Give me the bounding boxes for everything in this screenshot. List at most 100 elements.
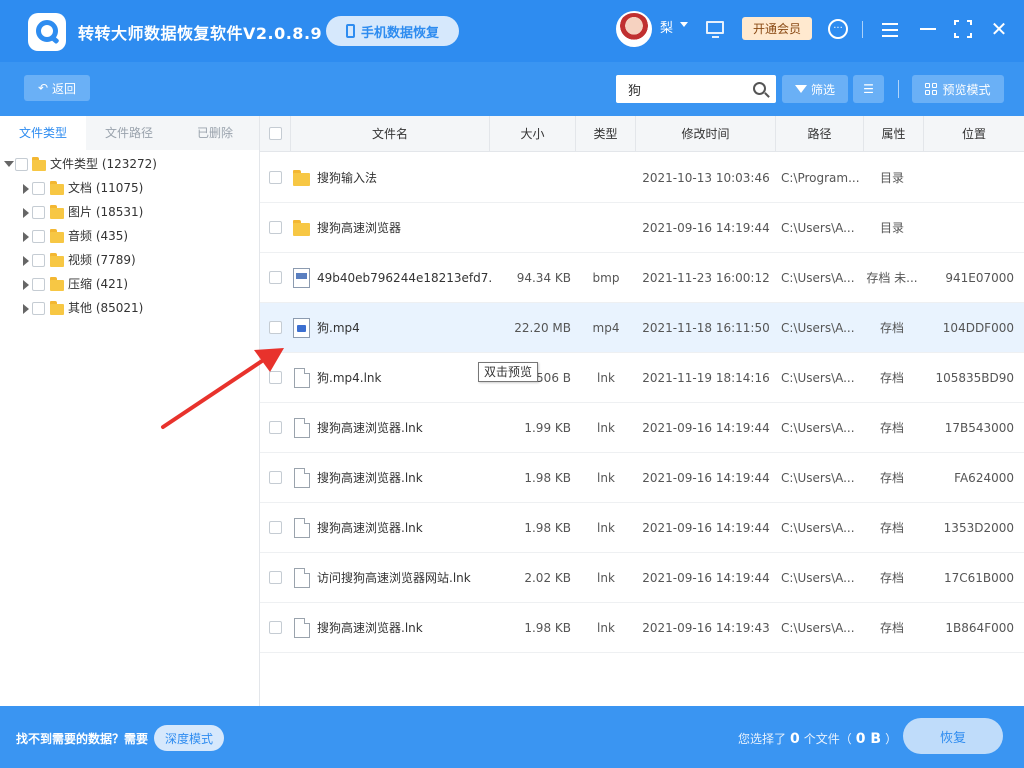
- vip-button[interactable]: 开通会员: [742, 17, 812, 40]
- recover-button[interactable]: 恢复: [903, 718, 1003, 754]
- column-header-size[interactable]: 大小: [490, 116, 576, 152]
- cell-size: 22.20 MB: [514, 321, 571, 335]
- feedback-icon[interactable]: ···: [828, 19, 848, 39]
- tree-item-images[interactable]: 图片 (18531): [0, 200, 259, 224]
- cell-attr: 存档: [879, 571, 904, 585]
- tree-checkbox[interactable]: [15, 158, 28, 171]
- cell-path: C:\Users\A...: [781, 571, 855, 585]
- table-row[interactable]: 搜狗输入法 2021-10-13 10:03:46 C:\Program... …: [260, 153, 1024, 203]
- find-button[interactable]: ☰: [853, 75, 884, 103]
- table-row[interactable]: 狗.mp4 22.20 MB mp4 2021-11-18 16:11:50 C…: [260, 303, 1024, 353]
- search-icon[interactable]: [753, 82, 766, 95]
- column-header-type[interactable]: 类型: [576, 116, 636, 152]
- tree-item-archives[interactable]: 压缩 (421): [0, 272, 259, 296]
- tree-item-other[interactable]: 其他 (85021): [0, 296, 259, 320]
- selection-mid: 个文件（: [803, 732, 852, 746]
- row-checkbox[interactable]: [269, 621, 282, 634]
- column-header-name[interactable]: 文件名: [291, 116, 490, 152]
- maximize-icon[interactable]: [953, 19, 973, 39]
- tree-checkbox[interactable]: [32, 182, 45, 195]
- file-icon: [294, 518, 310, 538]
- selection-prefix: 您选择了: [738, 732, 787, 746]
- column-header-mtime[interactable]: 修改时间: [636, 116, 776, 152]
- expand-arrow-icon[interactable]: [23, 184, 29, 194]
- preview-mode-button[interactable]: 预览模式: [912, 75, 1004, 103]
- table-row[interactable]: 搜狗高速浏览器.lnk 1.99 KB lnk 2021-09-16 14:19…: [260, 403, 1024, 453]
- cell-position: FA624000: [954, 471, 1014, 485]
- expand-arrow-icon[interactable]: [23, 304, 29, 314]
- cell-name: 搜狗高速浏览器: [317, 221, 402, 235]
- expand-arrow-icon[interactable]: [4, 161, 14, 167]
- row-checkbox[interactable]: [269, 321, 282, 334]
- table-row[interactable]: 搜狗高速浏览器 2021-09-16 14:19:44 C:\Users\A..…: [260, 203, 1024, 253]
- phone-icon: [345, 24, 355, 38]
- column-header-path[interactable]: 路径: [776, 116, 864, 152]
- cell-position: 17B543000: [944, 421, 1014, 435]
- row-checkbox[interactable]: [269, 471, 282, 484]
- close-icon[interactable]: ✕: [989, 19, 1009, 39]
- table-row[interactable]: 搜狗高速浏览器.lnk 1.98 KB lnk 2021-09-16 14:19…: [260, 503, 1024, 553]
- filter-button[interactable]: 筛选: [782, 75, 848, 103]
- cell-mtime: 2021-09-16 14:19:44: [642, 521, 770, 535]
- table-row[interactable]: 49b40eb796244e18213efd7... 94.34 KB bmp …: [260, 253, 1024, 303]
- table-row[interactable]: 搜狗高速浏览器.lnk 1.98 KB lnk 2021-09-16 14:19…: [260, 453, 1024, 503]
- expand-arrow-icon[interactable]: [23, 280, 29, 290]
- expand-arrow-icon[interactable]: [23, 232, 29, 242]
- tree-checkbox[interactable]: [32, 254, 45, 267]
- tree-item-audio[interactable]: 音频 (435): [0, 224, 259, 248]
- cell-attr: 存档: [879, 371, 904, 385]
- tree-checkbox[interactable]: [32, 278, 45, 291]
- sidebar-tabs: 文件类型 文件路径 已删除: [0, 116, 259, 150]
- username[interactable]: 梨: [660, 17, 673, 36]
- row-checkbox[interactable]: [269, 271, 282, 284]
- tree-checkbox[interactable]: [32, 206, 45, 219]
- search-box[interactable]: [616, 75, 776, 103]
- monitor-icon[interactable]: [706, 21, 724, 38]
- footer-bar: 找不到需要的数据？需要 深度模式 您选择了 0 个文件（ 0 B） 恢复: [0, 706, 1024, 768]
- cell-path: C:\Users\A...: [781, 271, 855, 285]
- row-checkbox[interactable]: [269, 571, 282, 584]
- folder-icon: [50, 301, 64, 315]
- folder-icon: [50, 181, 64, 195]
- tree-checkbox[interactable]: [32, 302, 45, 315]
- cell-mtime: 2021-09-16 14:19:44: [642, 471, 770, 485]
- expand-arrow-icon[interactable]: [23, 256, 29, 266]
- deep-mode-button[interactable]: 深度模式: [154, 725, 224, 751]
- chevron-down-icon[interactable]: [680, 22, 688, 27]
- tab-file-type[interactable]: 文件类型: [0, 116, 86, 150]
- tree-item-label: 视频 (7789): [68, 253, 136, 267]
- column-header-position[interactable]: 位置: [924, 116, 1024, 152]
- cell-size: 1.98 KB: [524, 521, 571, 535]
- tab-deleted[interactable]: 已删除: [172, 116, 258, 150]
- folder-icon: [293, 170, 310, 187]
- phone-recovery-label: 手机数据恢复: [360, 25, 439, 41]
- divider: [898, 80, 899, 98]
- cell-type: [576, 153, 636, 203]
- search-input[interactable]: [616, 75, 746, 103]
- tab-file-path[interactable]: 文件路径: [86, 116, 172, 150]
- header-checkbox-cell: [260, 116, 291, 152]
- row-checkbox[interactable]: [269, 521, 282, 534]
- tree-item-root[interactable]: 文件类型 (123272): [0, 152, 259, 176]
- back-button[interactable]: ↶ 返回: [24, 75, 90, 101]
- title-bar: 转转大师数据恢复软件V2.0.8.9 手机数据恢复 梨 开通会员 ··· ✕: [0, 0, 1024, 62]
- file-icon: [294, 418, 310, 438]
- file-icon: [294, 568, 310, 588]
- minimize-icon[interactable]: [918, 19, 938, 39]
- menu-icon[interactable]: [880, 19, 900, 39]
- table-row[interactable]: 搜狗高速浏览器.lnk 1.98 KB lnk 2021-09-16 14:19…: [260, 603, 1024, 653]
- app-title: 转转大师数据恢复软件V2.0.8.9: [78, 24, 323, 43]
- tree-checkbox[interactable]: [32, 230, 45, 243]
- table-row[interactable]: 访问搜狗高速浏览器网站.lnk 2.02 KB lnk 2021-09-16 1…: [260, 553, 1024, 603]
- table-row[interactable]: 狗.mp4.lnk 506 B lnk 2021-11-19 18:14:16 …: [260, 353, 1024, 403]
- column-header-attr[interactable]: 属性: [864, 116, 924, 152]
- avatar[interactable]: [616, 11, 652, 47]
- row-checkbox[interactable]: [269, 221, 282, 234]
- row-checkbox[interactable]: [269, 171, 282, 184]
- phone-recovery-button[interactable]: 手机数据恢复: [326, 16, 459, 46]
- image-file-icon: [293, 268, 310, 288]
- tree-item-video[interactable]: 视频 (7789): [0, 248, 259, 272]
- cell-name: 搜狗高速浏览器.lnk: [317, 621, 423, 635]
- tree-item-documents[interactable]: 文档 (11075): [0, 176, 259, 200]
- expand-arrow-icon[interactable]: [23, 208, 29, 218]
